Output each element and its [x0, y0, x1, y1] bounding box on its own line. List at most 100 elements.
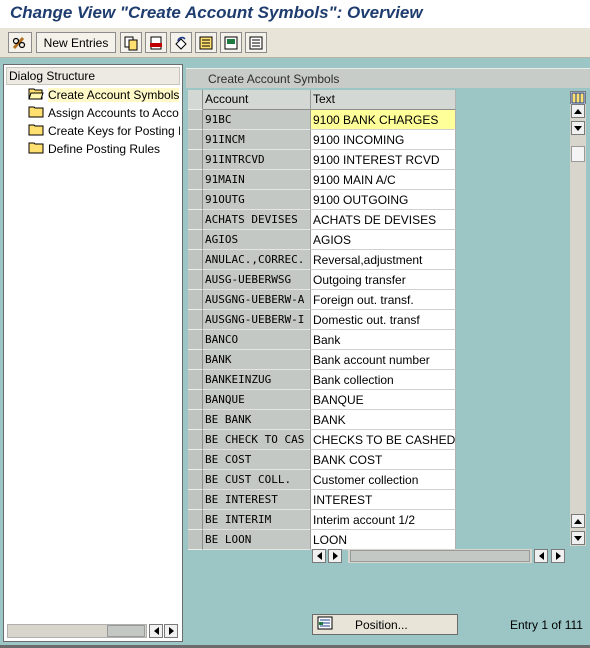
new-entries-button[interactable]: New Entries [36, 32, 116, 53]
table-row[interactable]: BE LOON LOON [188, 530, 456, 550]
row-selector[interactable] [188, 490, 203, 510]
text-cell[interactable]: BANK [311, 410, 456, 430]
table-row[interactable]: AGIOS AGIOS [188, 230, 456, 250]
text-cell[interactable]: ACHATS DE DEVISES [311, 210, 456, 230]
row-selector[interactable] [188, 310, 203, 330]
table-row[interactable]: 91INCM 9100 INCOMING [188, 130, 456, 150]
dialog-structure-horizontal-scrollbar[interactable] [7, 624, 179, 638]
text-cell[interactable]: 9100 BANK CHARGES [311, 110, 456, 130]
text-cell[interactable]: Interim account 1/2 [311, 510, 456, 530]
select-all-rows-cell[interactable] [188, 90, 203, 110]
row-selector[interactable] [188, 230, 203, 250]
text-cell[interactable]: Domestic out. transf [311, 310, 456, 330]
row-selector[interactable] [188, 150, 203, 170]
text-cell[interactable]: Customer collection [311, 470, 456, 490]
text-cell[interactable]: INTEREST [311, 490, 456, 510]
text-cell[interactable]: Bank account number [311, 350, 456, 370]
text-cell[interactable]: 9100 INCOMING [311, 130, 456, 150]
row-selector[interactable] [188, 210, 203, 230]
table-row[interactable]: BANQUE BANQUE [188, 390, 456, 410]
row-selector[interactable] [188, 510, 203, 530]
scroll-left-button[interactable] [534, 549, 548, 563]
table-row[interactable]: ANULAC.,CORREC. Reversal,adjustment [188, 250, 456, 270]
row-selector[interactable] [188, 110, 203, 130]
scrollbar-thumb[interactable] [571, 146, 585, 162]
table-row[interactable]: AUSG-UEBERWSG Outgoing transfer [188, 270, 456, 290]
deselect-all-button[interactable] [245, 32, 267, 53]
table-horizontal-scroll-buttons[interactable] [534, 549, 568, 565]
scrollbar-thumb[interactable] [107, 625, 145, 637]
row-selector[interactable] [188, 530, 203, 550]
display-change-button[interactable] [8, 32, 32, 53]
page-up-button[interactable] [571, 514, 585, 528]
text-cell[interactable]: 9100 OUTGOING [311, 190, 456, 210]
select-block-button[interactable] [220, 32, 242, 53]
table-row[interactable]: AUSGNG-UEBERW-I Domestic out. transf [188, 310, 456, 330]
text-cell[interactable]: CHECKS TO BE CASHED [311, 430, 456, 450]
scroll-up-button[interactable] [571, 104, 585, 118]
table-horizontal-scrollbar[interactable] [348, 549, 532, 563]
table-row[interactable]: BANKEINZUG Bank collection [188, 370, 456, 390]
tree-item-create-account-symbols[interactable]: Create Account Symbols [28, 86, 180, 103]
text-cell[interactable]: 9100 INTEREST RCVD [311, 150, 456, 170]
text-cell[interactable]: Bank [311, 330, 456, 350]
text-cell[interactable]: Foreign out. transf. [311, 290, 456, 310]
table-row[interactable]: ACHATS DEVISES ACHATS DE DEVISES [188, 210, 456, 230]
row-selector[interactable] [188, 270, 203, 290]
table-row[interactable]: BE INTEREST INTEREST [188, 490, 456, 510]
row-selector[interactable] [188, 170, 203, 190]
table-row[interactable]: 91BC 9100 BANK CHARGES [188, 110, 456, 130]
table-row[interactable]: BE INTERIM Interim account 1/2 [188, 510, 456, 530]
text-cell[interactable]: LOON [311, 530, 456, 550]
table-row[interactable]: BE COST BANK COST [188, 450, 456, 470]
scroll-left-button[interactable] [312, 549, 326, 563]
table-row[interactable]: BE CHECK TO CAS CHECKS TO BE CASHED [188, 430, 456, 450]
text-cell[interactable]: Reversal,adjustment [311, 250, 456, 270]
page-down-button[interactable] [571, 531, 585, 545]
row-selector[interactable] [188, 250, 203, 270]
tree-item-define-posting-rules[interactable]: Define Posting Rules [28, 140, 180, 157]
text-cell[interactable]: AGIOS [311, 230, 456, 250]
row-selector[interactable] [188, 470, 203, 490]
table-row[interactable]: 91MAIN 9100 MAIN A/C [188, 170, 456, 190]
column-header-account[interactable]: Account [203, 90, 311, 110]
select-all-button[interactable] [195, 32, 217, 53]
tree-item-create-keys-for-posting[interactable]: Create Keys for Posting I [28, 122, 180, 139]
delete-button[interactable] [145, 32, 167, 53]
row-selector[interactable] [188, 430, 203, 450]
tree-item-assign-accounts[interactable]: Assign Accounts to Acco [28, 104, 180, 121]
scrollbar-thumb[interactable] [350, 550, 530, 562]
table-vertical-scrollbar[interactable] [570, 104, 586, 546]
text-column-horizontal-scroll[interactable] [312, 549, 346, 565]
table-row[interactable]: BE BANK BANK [188, 410, 456, 430]
text-cell[interactable]: BANK COST [311, 450, 456, 470]
table-row[interactable]: BE CUST COLL. Customer collection [188, 470, 456, 490]
text-cell[interactable]: Outgoing transfer [311, 270, 456, 290]
table-row[interactable]: BANK Bank account number [188, 350, 456, 370]
row-selector[interactable] [188, 290, 203, 310]
row-selector[interactable] [188, 130, 203, 150]
scroll-down-button[interactable] [571, 121, 585, 135]
table-settings-button[interactable] [570, 91, 586, 105]
row-selector[interactable] [188, 330, 203, 350]
copy-as-button[interactable] [120, 32, 142, 53]
row-selector[interactable] [188, 390, 203, 410]
table-row[interactable]: 91INTRCVD 9100 INTEREST RCVD [188, 150, 456, 170]
row-selector[interactable] [188, 450, 203, 470]
scroll-right-button[interactable] [328, 549, 342, 563]
row-selector[interactable] [188, 370, 203, 390]
scroll-left-button[interactable] [149, 624, 163, 638]
table-row[interactable]: 91OUTG 9100 OUTGOING [188, 190, 456, 210]
undo-change-button[interactable] [170, 32, 192, 53]
row-selector[interactable] [188, 410, 203, 430]
text-cell[interactable]: BANQUE [311, 390, 456, 410]
row-selector[interactable] [188, 190, 203, 210]
table-row[interactable]: AUSGNG-UEBERW-A Foreign out. transf. [188, 290, 456, 310]
text-cell[interactable]: 9100 MAIN A/C [311, 170, 456, 190]
position-button[interactable]: Position... [312, 614, 458, 635]
scroll-right-button[interactable] [551, 549, 565, 563]
column-header-text[interactable]: Text [311, 90, 456, 110]
text-cell[interactable]: Bank collection [311, 370, 456, 390]
row-selector[interactable] [188, 350, 203, 370]
table-row[interactable]: BANCO Bank [188, 330, 456, 350]
